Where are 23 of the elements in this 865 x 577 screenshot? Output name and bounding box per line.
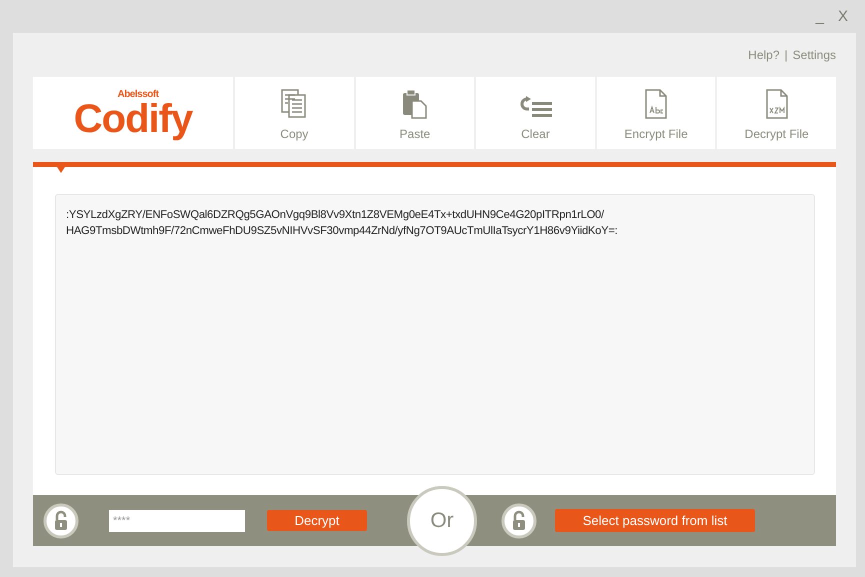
select-password-button[interactable]: Select password from list [555, 509, 755, 532]
encrypt-button[interactable]: Encrypt File [596, 77, 716, 149]
close-button[interactable]: X [838, 8, 848, 25]
settings-link[interactable]: Settings [792, 48, 836, 62]
paste-button[interactable]: Paste [356, 77, 474, 149]
clear-list-icon [518, 95, 552, 119]
help-link[interactable]: Help? [748, 48, 780, 62]
document-copy-icon [281, 89, 308, 119]
decrypt-button[interactable]: Decrypt File [717, 77, 836, 149]
copy-button[interactable]: Copy [235, 77, 354, 149]
minimize-button[interactable]: _ [816, 8, 824, 25]
padlock-icon [43, 502, 79, 538]
decrypt-button[interactable]: Decrypt [267, 510, 367, 531]
document-scrambled-icon [766, 89, 788, 119]
or-label: Or [407, 486, 477, 556]
brand-name: Abelssoft [117, 88, 159, 100]
text-area[interactable]: :YSYLzdXgZRY/ENFoSWQal6DZRQg5GAOnVgq9Bl8Vv9Xtn1Z8VEMg0eE4Tx+txdUHN9Ce4G20pITRpn1rLO0/ HAG9TmsbDWtmh9F/72nCmweFhDU9SZ5vNIHVvSF30vmp44ZrNd/yfNg7OT9AUcTmUlIaTsycrY1H86v9YiidKoY=: [55, 194, 815, 475]
clear-button[interactable]: Clear [476, 77, 595, 149]
clipboard-icon [402, 89, 428, 119]
padlock-icon [501, 502, 537, 538]
link-separator: | [784, 48, 788, 62]
document-abc-icon [645, 89, 668, 119]
password-field[interactable]: **** [109, 510, 245, 532]
